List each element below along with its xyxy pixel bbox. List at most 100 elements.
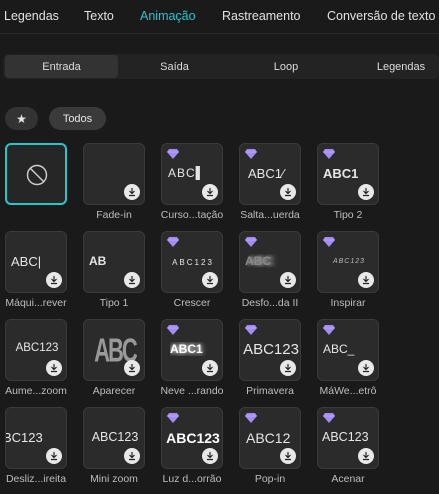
download-icon[interactable] xyxy=(358,272,374,288)
tile-preview-text: AB xyxy=(89,254,107,268)
animation-tile[interactable]: ABC123 Inspirar xyxy=(317,231,379,309)
download-icon[interactable] xyxy=(280,184,296,200)
animation-tile[interactable]: ABC Aparecer xyxy=(83,319,145,397)
tile-preview-text: ABC123 xyxy=(243,341,299,358)
premium-gem-icon xyxy=(245,149,257,159)
tab-animacao[interactable]: Animação xyxy=(140,9,196,23)
star-icon: ★ xyxy=(16,111,27,126)
animation-tile[interactable]: ABC123 Primavera xyxy=(239,319,301,397)
top-tab-bar: Legendas Texto Animação Rastreamento Con… xyxy=(0,0,439,33)
tile-label: Salta...uerda xyxy=(240,209,300,221)
download-icon[interactable] xyxy=(202,272,218,288)
tile-label: Tipo 2 xyxy=(333,209,363,221)
premium-gem-icon xyxy=(245,325,257,335)
animation-tile[interactable]: ABC▌ Curso...tação xyxy=(161,143,223,221)
tile-preview-text: ABC123 xyxy=(172,258,214,267)
tab-texto[interactable]: Texto xyxy=(84,9,114,23)
tile-label: Crescer xyxy=(173,297,211,309)
premium-gem-icon xyxy=(323,237,335,247)
animation-tile[interactable]: ABC| Máqui...rever xyxy=(5,231,67,309)
tile-label: Inspirar xyxy=(330,297,366,309)
animation-tile[interactable]: ABC123 Luz d...orrão xyxy=(161,407,223,485)
tile-label: Mini zoom xyxy=(90,473,138,485)
tile-label: Acenar xyxy=(331,473,365,485)
animation-panel: Legendas Texto Animação Rastreamento Con… xyxy=(0,0,439,494)
favorites-filter[interactable]: ★ xyxy=(5,107,38,130)
subtab-legendas[interactable]: Legendas xyxy=(341,55,439,78)
download-icon[interactable] xyxy=(46,272,62,288)
tile-preview-text: ABC123 xyxy=(332,258,366,265)
premium-gem-icon xyxy=(245,413,257,423)
animation-tile[interactable]: AB Tipo 1 xyxy=(83,231,145,309)
subtab-loop[interactable]: Loop xyxy=(231,55,341,78)
tile-label: Aume...zoom xyxy=(5,385,67,397)
tile-preview-text: ABC123 xyxy=(166,430,220,446)
premium-gem-icon xyxy=(245,237,257,247)
animation-tile[interactable]: ABC123 Aume...zoom xyxy=(5,319,67,397)
download-icon[interactable] xyxy=(46,448,62,464)
tile-preview-text: ABC1 xyxy=(170,342,203,356)
all-filter[interactable]: Todos xyxy=(49,107,106,130)
download-icon[interactable] xyxy=(124,272,140,288)
tile-label: Curso...tação xyxy=(160,209,224,221)
animation-tile[interactable]: ABC123 Acenar xyxy=(317,407,379,485)
tab-conversao-texto[interactable]: Conversão de texto xyxy=(327,9,435,23)
none-icon xyxy=(26,164,48,186)
download-icon[interactable] xyxy=(202,360,218,376)
premium-gem-icon xyxy=(323,325,335,335)
animation-tile-none[interactable] xyxy=(5,143,67,205)
download-icon[interactable] xyxy=(280,272,296,288)
download-icon[interactable] xyxy=(124,360,140,376)
tile-preview-text: ABC1 xyxy=(323,166,359,181)
tile-preview-text: BC123 xyxy=(5,430,43,445)
subtab-saida[interactable]: Saída xyxy=(118,55,231,78)
download-icon[interactable] xyxy=(280,448,296,464)
subtab-entrada[interactable]: Entrada xyxy=(5,55,118,78)
tile-preview-text: ABC_ xyxy=(323,342,355,356)
download-icon[interactable] xyxy=(46,360,62,376)
tile-preview-text: ABC▌ xyxy=(168,166,206,180)
animation-tile[interactable]: ABC Desfo...da II xyxy=(239,231,301,309)
download-icon[interactable] xyxy=(124,448,140,464)
premium-gem-icon xyxy=(167,413,179,423)
tile-label: Luz d...orrão xyxy=(162,473,222,485)
tile-label: Aparecer xyxy=(92,385,136,397)
download-icon[interactable] xyxy=(280,360,296,376)
animation-tile[interactable]: ABC_ MáWe...etrô xyxy=(317,319,379,397)
tile-preview-text: ABC xyxy=(245,254,271,268)
tile-label: Fade-in xyxy=(96,209,132,221)
tile-label: MáWe...etrô xyxy=(319,385,377,397)
premium-gem-icon xyxy=(323,149,335,159)
tile-label: Máqui...rever xyxy=(5,297,67,309)
animation-tile[interactable]: Fade-in xyxy=(83,143,145,221)
download-icon[interactable] xyxy=(358,360,374,376)
tile-label: Tipo 1 xyxy=(99,297,129,309)
tile-preview-text: ABC123 xyxy=(91,430,139,444)
tile-preview-text: ABC1⁄ xyxy=(248,166,285,181)
animation-tile[interactable]: BC123 Desliz...ireita xyxy=(5,407,67,485)
animation-tile[interactable]: ABC123 Crescer xyxy=(161,231,223,309)
tab-rastreamento[interactable]: Rastreamento xyxy=(222,9,301,23)
animation-tile[interactable]: ABC123 Mini zoom xyxy=(83,407,145,485)
download-icon[interactable] xyxy=(202,184,218,200)
animation-tile[interactable]: ABC1⁄ Salta...uerda xyxy=(239,143,301,221)
premium-gem-icon xyxy=(167,149,179,159)
tile-preview-text: ABC12 xyxy=(246,430,291,446)
premium-gem-icon xyxy=(167,237,179,247)
animation-tile[interactable]: ABC12 Pop-in xyxy=(239,407,301,485)
download-icon[interactable] xyxy=(358,184,374,200)
download-icon[interactable] xyxy=(202,448,218,464)
tab-legendas[interactable]: Legendas xyxy=(4,9,59,23)
tile-preview-text: ABC123 xyxy=(322,430,369,444)
tile-label: Desliz...ireita xyxy=(5,473,67,485)
download-icon[interactable] xyxy=(358,448,374,464)
premium-gem-icon xyxy=(167,325,179,335)
tile-label: Neve ...rando xyxy=(160,385,224,397)
download-icon[interactable] xyxy=(124,184,140,200)
tile-label: Desfo...da II xyxy=(241,297,299,309)
tile-label: Primavera xyxy=(246,385,294,397)
animation-tile[interactable]: ABC1 Tipo 2 xyxy=(317,143,379,221)
tile-label: Pop-in xyxy=(254,473,286,485)
animation-tile[interactable]: ABC1 Neve ...rando xyxy=(160,319,224,397)
animation-type-tabs: Entrada Saída Loop Legendas xyxy=(3,54,439,79)
